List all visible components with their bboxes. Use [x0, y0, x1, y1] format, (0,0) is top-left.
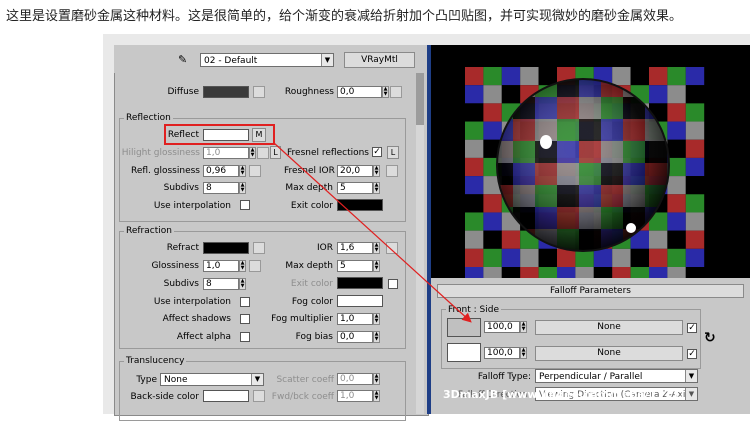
annotation-arrow — [273, 142, 472, 323]
annotation-arrow-layer — [273, 142, 472, 323]
watermark-text: 3DmaxJB [www.lingee.com/tieba/1771] — [443, 388, 685, 401]
